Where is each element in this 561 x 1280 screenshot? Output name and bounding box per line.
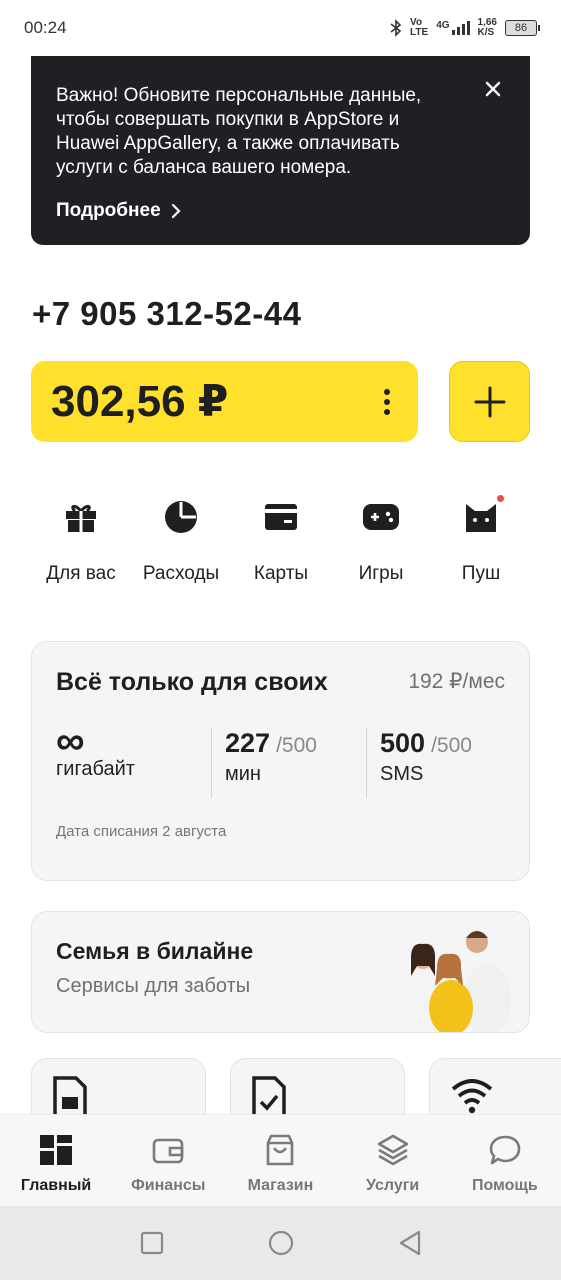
sms-limit: /500 <box>431 734 472 757</box>
home-icon[interactable] <box>268 1230 294 1256</box>
wifi-icon <box>451 1079 493 1114</box>
notification-dot <box>495 493 506 504</box>
gamepad-icon <box>363 504 399 530</box>
tab-help[interactable]: Помощь <box>450 1133 560 1206</box>
quick-action-label: Карты <box>253 563 309 584</box>
bottom-tab-bar: Главный Финансы Магазин Услуги Помощь <box>0 1114 561 1206</box>
tab-label: Магазин <box>247 1177 314 1194</box>
quick-action-label: Расходы <box>142 563 220 584</box>
layers-icon <box>377 1134 408 1166</box>
quick-action-cards[interactable]: Карты <box>231 497 331 585</box>
minutes-stat: 227/500 мин <box>211 728 366 798</box>
tariff-card[interactable]: Всё только для своих 192 ₽/мес ∞ гигабай… <box>31 641 530 881</box>
tab-services[interactable]: Услуги <box>338 1133 448 1206</box>
minutes-limit: /500 <box>276 734 317 757</box>
wallet-icon <box>152 1138 184 1164</box>
sms-value: 500 <box>380 728 426 758</box>
tab-label: Услуги <box>366 1177 420 1194</box>
balance-amount: 302,56 ₽ <box>51 377 229 426</box>
status-icons: Vo LTE 4G 1,66 K/S 86 <box>390 17 540 38</box>
quick-action-label: Игры <box>358 563 404 584</box>
network-speed: 1,66 K/S <box>477 17 497 38</box>
signal-icon: 4G <box>436 21 470 35</box>
battery-icon: 86 <box>505 20 540 36</box>
quick-action-games[interactable]: Игры <box>331 497 431 585</box>
quick-action-for-you[interactable]: Для вас <box>31 497 131 585</box>
tab-shop[interactable]: Магазин <box>225 1133 335 1206</box>
cat-icon <box>466 504 496 532</box>
gift-icon <box>66 504 96 532</box>
phone-number: +7 905 312-52-44 <box>32 295 302 332</box>
tariff-stats: ∞ гигабайт 227/500 мин 500/500 SMS <box>56 719 521 798</box>
pie-chart-icon <box>165 501 197 533</box>
family-services-card[interactable]: Семья в билайне Сервисы для заботы <box>31 911 530 1033</box>
plus-icon <box>474 386 505 417</box>
internet-unit: гигабайт <box>56 758 135 780</box>
family-photo <box>397 931 511 1032</box>
balance-card[interactable]: 302,56 ₽ <box>31 361 418 442</box>
internet-stat: ∞ гигабайт <box>56 719 211 798</box>
quick-action-expenses[interactable]: Расходы <box>131 497 231 585</box>
more-vertical-icon[interactable] <box>384 389 390 415</box>
close-icon[interactable] <box>482 78 504 100</box>
quick-action-push[interactable]: Пуш <box>431 493 531 585</box>
card-icon <box>265 504 297 530</box>
tab-label: Главный <box>20 1177 92 1194</box>
charge-date: Дата списания 2 августа <box>56 823 227 840</box>
quick-action-label: Для вас <box>46 563 116 584</box>
banner-text: Важно! Обновите персональные данные, что… <box>56 85 422 178</box>
sms-stat: 500/500 SMS <box>366 728 521 798</box>
more-info-label: Подробнее <box>56 200 161 221</box>
bluetooth-icon <box>390 19 402 37</box>
more-info-link[interactable]: Подробнее <box>56 200 506 222</box>
minutes-value: 227 <box>225 728 271 758</box>
shopping-bag-icon <box>267 1134 294 1166</box>
status-time: 00:24 <box>24 18 67 37</box>
sim-card-icon <box>53 1076 87 1118</box>
quick-action-label: Пуш <box>461 563 501 584</box>
chat-bubble-icon <box>489 1135 521 1165</box>
tab-label: Финансы <box>131 1177 206 1194</box>
minutes-unit: мин <box>225 763 261 785</box>
system-navigation-bar <box>0 1206 561 1280</box>
update-data-banner: Важно! Обновите персональные данные, что… <box>31 56 530 245</box>
dashboard-icon <box>40 1135 73 1165</box>
quick-actions: Для вас Расходы Карты Игры Пуш <box>31 493 531 585</box>
tab-label: Помощь <box>471 1177 538 1194</box>
chevron-right-icon <box>171 203 181 219</box>
volte-indicator: Vo LTE <box>410 17 429 38</box>
tab-finance[interactable]: Финансы <box>113 1133 223 1206</box>
top-up-button[interactable] <box>449 361 530 442</box>
infinity-value: ∞ <box>56 719 85 763</box>
tab-main[interactable]: Главный <box>1 1133 111 1206</box>
back-icon[interactable] <box>398 1230 422 1256</box>
document-check-icon <box>252 1076 286 1118</box>
sms-unit: SMS <box>380 763 424 785</box>
recent-apps-icon[interactable] <box>140 1231 164 1255</box>
status-bar: 00:24 Vo LTE 4G 1,66 K/S 86 <box>0 0 561 56</box>
tariff-price: 192 ₽/мес <box>408 670 505 693</box>
